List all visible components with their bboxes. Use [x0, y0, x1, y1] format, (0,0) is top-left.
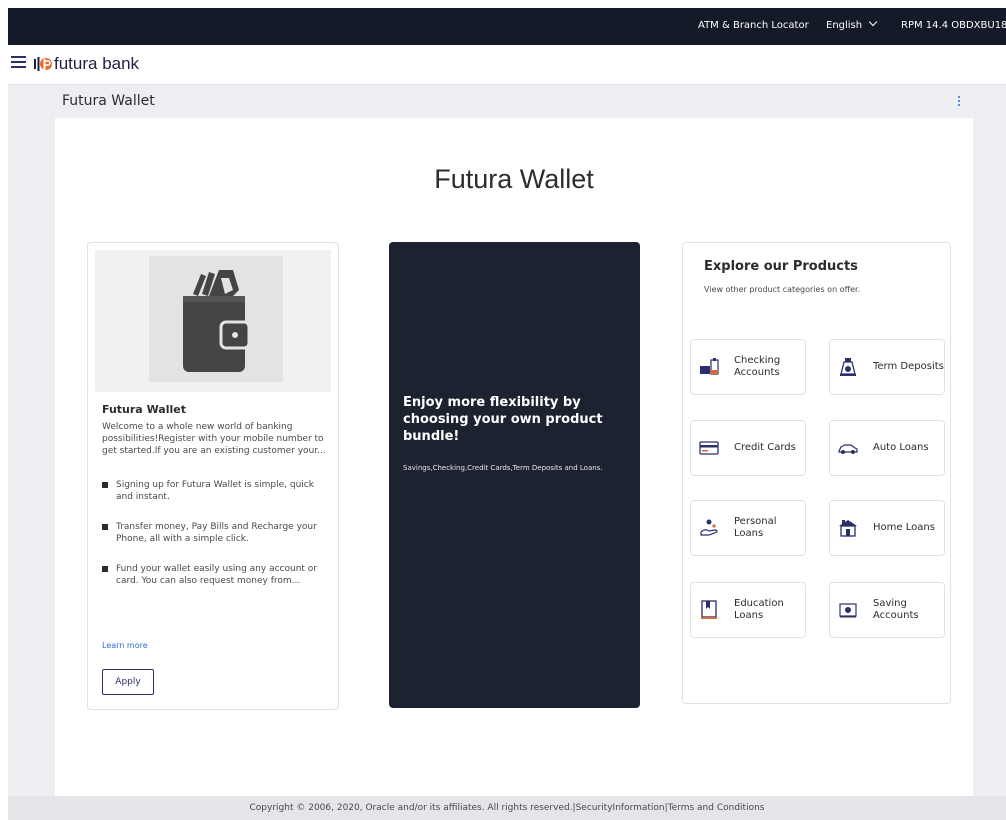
logo[interactable]: futura bank [34, 53, 139, 75]
product-saving-accounts[interactable]: Saving Accounts [829, 582, 945, 638]
product-auto-loans[interactable]: Auto Loans [829, 420, 945, 476]
term-deposits-icon [840, 358, 856, 376]
language-label: English [826, 20, 863, 31]
car-icon [838, 444, 858, 454]
product-label: Home Loans [873, 522, 935, 533]
menu-icon[interactable] [11, 56, 26, 69]
product-education-loans[interactable]: Education Loans [690, 582, 806, 638]
house-icon [839, 520, 857, 537]
wallet-icon [183, 270, 251, 372]
personal-loan-icon [700, 519, 718, 536]
wallet-card: Futura Wallet Welcome to a whole new wor… [87, 242, 339, 710]
wallet-title: Futura Wallet [102, 403, 186, 416]
learn-more-link[interactable]: Learn more [102, 641, 148, 650]
app-frame: ATM & Branch Locator English RPM 14.4 OB… [8, 8, 1006, 820]
chevron-down-icon [868, 17, 878, 27]
language-selector[interactable]: English [826, 17, 878, 31]
more-options-icon[interactable] [957, 96, 961, 108]
product-label: Auto Loans [873, 442, 929, 453]
product-term-deposits[interactable]: Term Deposits [829, 339, 945, 395]
futura-logo-icon [34, 57, 52, 71]
product-label: Personal Loans [734, 516, 777, 539]
product-label: Term Deposits [873, 361, 944, 372]
checking-accounts-icon [700, 358, 719, 375]
footer: Copyright © 2006, 2020, Oracle and/or it… [8, 796, 1006, 820]
top-bar: ATM & Branch Locator English RPM 14.4 OB… [8, 8, 1006, 45]
logo-text: futura bank [54, 54, 140, 73]
wallet-image [95, 250, 331, 392]
apply-button[interactable]: Apply [102, 669, 154, 695]
book-icon [701, 600, 717, 619]
user-name: RPM 14.4 OBDXBU18 [901, 20, 1006, 31]
product-credit-cards[interactable]: Credit Cards [690, 420, 806, 476]
user-menu[interactable]: RPM 14.4 OBDXBU18 [901, 20, 1006, 31]
page-title: Futura Wallet [62, 93, 155, 109]
product-label: Credit Cards [734, 442, 796, 453]
feature-list: Signing up for Futura Wallet is simple, … [102, 479, 330, 605]
header: futura bank [8, 45, 1006, 85]
feature-item: Signing up for Futura Wallet is simple, … [102, 479, 330, 505]
main-heading: Futura Wallet [434, 164, 594, 194]
promo-subtitle: Savings,Checking,Credit Cards,Term Depos… [403, 464, 603, 472]
product-bundle-card[interactable]: Enjoy more flexibility by choosing your … [389, 242, 640, 708]
wallet-description: Welcome to a whole new world of banking … [102, 422, 326, 456]
product-home-loans[interactable]: Home Loans [829, 500, 945, 556]
promo-title: Enjoy more flexibility by choosing your … [403, 395, 603, 444]
explore-products-card: Explore our Products View other product … [682, 242, 951, 704]
atm-branch-locator-link[interactable]: ATM & Branch Locator [698, 20, 809, 31]
product-label: Education Loans [734, 598, 784, 621]
credit-card-icon [699, 441, 719, 455]
products-subtitle: View other product categories on offer. [704, 285, 861, 294]
feature-item: Fund your wallet easily using any accoun… [102, 563, 330, 589]
feature-item: Transfer money, Pay Bills and Recharge y… [102, 521, 330, 547]
product-personal-loans[interactable]: Personal Loans [690, 500, 806, 556]
products-title: Explore our Products [704, 259, 858, 274]
saving-accounts-icon [839, 603, 857, 618]
product-checking-accounts[interactable]: Checking Accounts [690, 339, 806, 395]
footer-copyright: Copyright © 2006, 2020, Oracle and/or it… [249, 803, 765, 813]
product-label: Checking Accounts [734, 355, 781, 378]
product-label: Saving Accounts [873, 598, 919, 621]
main-content: Futura Wallet Futura Wallet Welcome to a… [55, 118, 973, 798]
